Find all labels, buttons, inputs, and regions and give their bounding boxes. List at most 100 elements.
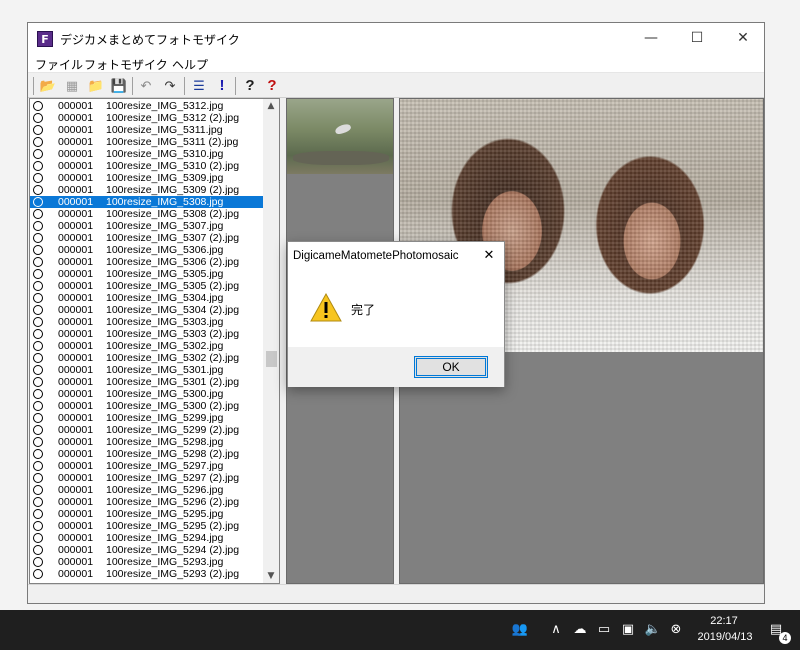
radio-icon[interactable] <box>33 377 43 387</box>
file-row[interactable]: 000001 100resize_IMG_5303.jpg <box>30 316 264 328</box>
radio-icon[interactable] <box>33 509 43 519</box>
file-row[interactable]: 000001 100resize_IMG_5305.jpg <box>30 268 264 280</box>
radio-icon[interactable] <box>33 317 43 327</box>
radio-icon[interactable] <box>33 425 43 435</box>
undo-icon[interactable]: ↶ <box>136 76 156 96</box>
radio-icon[interactable] <box>33 161 43 171</box>
file-row[interactable]: 000001 100resize_IMG_5304 (2).jpg <box>30 304 264 316</box>
file-row[interactable]: 000001 100resize_IMG_5296 (2).jpg <box>30 496 264 508</box>
radio-icon[interactable] <box>33 557 43 567</box>
thumbnail-image[interactable] <box>287 99 393 174</box>
file-row[interactable]: 000001 100resize_IMG_5295.jpg <box>30 508 264 520</box>
maximize-button[interactable]: ☐ <box>674 23 720 53</box>
file-row[interactable]: 000001 100resize_IMG_5306 (2).jpg <box>30 256 264 268</box>
minimize-button[interactable]: — <box>628 23 674 53</box>
menu-help[interactable]: ヘルプ <box>172 56 208 73</box>
vertical-scrollbar[interactable]: ▲ ▼ <box>263 99 279 583</box>
file-row[interactable]: 000001 100resize_IMG_5310 (2).jpg <box>30 160 264 172</box>
radio-icon[interactable] <box>33 125 43 135</box>
radio-icon[interactable] <box>33 233 43 243</box>
file-row[interactable]: 000001 100resize_IMG_5293 (2).jpg <box>30 568 264 580</box>
volume-icon[interactable]: 🔈 <box>644 621 662 639</box>
file-row[interactable]: 000001 100resize_IMG_5294 (2).jpg <box>30 544 264 556</box>
file-row[interactable]: 000001 100resize_IMG_5310.jpg <box>30 148 264 160</box>
file-row[interactable]: 000001 100resize_IMG_5309.jpg <box>30 172 264 184</box>
radio-icon[interactable] <box>33 437 43 447</box>
radio-icon[interactable] <box>33 221 43 231</box>
help-red-icon[interactable]: ? <box>262 76 282 96</box>
file-row[interactable]: 000001 100resize_IMG_5305 (2).jpg <box>30 280 264 292</box>
radio-icon[interactable] <box>33 209 43 219</box>
radio-icon[interactable] <box>33 149 43 159</box>
file-row[interactable]: 000001 100resize_IMG_5306.jpg <box>30 244 264 256</box>
close-circle-icon[interactable]: ⊗ <box>667 621 685 639</box>
radio-icon[interactable] <box>33 461 43 471</box>
radio-icon[interactable] <box>33 113 43 123</box>
new-image-icon[interactable]: ▦ <box>62 76 82 96</box>
file-row[interactable]: 000001 100resize_IMG_5294.jpg <box>30 532 264 544</box>
file-row[interactable]: 000001 100resize_IMG_5304.jpg <box>30 292 264 304</box>
file-row[interactable]: 000001 100resize_IMG_5293.jpg <box>30 556 264 568</box>
file-row[interactable]: 000001 100resize_IMG_5302 (2).jpg <box>30 352 264 364</box>
file-row[interactable]: 000001 100resize_IMG_5309 (2).jpg <box>30 184 264 196</box>
file-row[interactable]: 000001 100resize_IMG_5300.jpg <box>30 388 264 400</box>
file-row[interactable]: 000001 100resize_IMG_5300 (2).jpg <box>30 400 264 412</box>
radio-icon[interactable] <box>33 257 43 267</box>
scroll-up-button[interactable]: ▲ <box>263 99 279 113</box>
radio-icon[interactable] <box>33 545 43 555</box>
open-folder-icon[interactable]: 📂 <box>38 76 58 96</box>
radio-icon[interactable] <box>33 449 43 459</box>
close-button[interactable]: ✕ <box>720 23 766 53</box>
radio-icon[interactable] <box>33 137 43 147</box>
title-bar[interactable]: F デジカメまとめてフォトモザイク — ☐ ✕ <box>28 23 764 53</box>
dialog-close-button[interactable]: ✕ <box>474 242 504 270</box>
file-row[interactable]: 000001 100resize_IMG_5298 (2).jpg <box>30 448 264 460</box>
radio-icon[interactable] <box>33 365 43 375</box>
folder-icon[interactable]: 📁 <box>86 76 106 96</box>
radio-icon[interactable] <box>33 401 43 411</box>
radio-icon[interactable] <box>33 353 43 363</box>
radio-icon[interactable] <box>33 101 43 111</box>
radio-icon[interactable] <box>33 245 43 255</box>
scroll-down-button[interactable]: ▼ <box>263 569 279 583</box>
people-icon[interactable]: 👥 <box>511 621 529 639</box>
radio-icon[interactable] <box>33 485 43 495</box>
file-row[interactable]: 000001 100resize_IMG_5301.jpg <box>30 364 264 376</box>
file-row[interactable]: 000001 100resize_IMG_5307 (2).jpg <box>30 232 264 244</box>
radio-icon[interactable] <box>33 197 43 207</box>
radio-icon[interactable] <box>33 389 43 399</box>
file-row[interactable]: 000001 100resize_IMG_5302.jpg <box>30 340 264 352</box>
save-icon[interactable]: 💾 <box>109 76 129 96</box>
ok-button[interactable]: OK <box>414 356 488 378</box>
radio-icon[interactable] <box>33 269 43 279</box>
radio-icon[interactable] <box>33 329 43 339</box>
clock-time[interactable]: 22:17 <box>704 615 744 627</box>
file-row[interactable]: 000001 100resize_IMG_5299.jpg <box>30 412 264 424</box>
scroll-thumb[interactable] <box>266 351 277 367</box>
menu-file[interactable]: ファイル <box>35 56 83 73</box>
radio-icon[interactable] <box>33 497 43 507</box>
radio-icon[interactable] <box>33 341 43 351</box>
file-row[interactable]: 000001 100resize_IMG_5307.jpg <box>30 220 264 232</box>
file-row[interactable]: 000001 100resize_IMG_5303 (2).jpg <box>30 328 264 340</box>
redo-icon[interactable]: ↷ <box>160 76 180 96</box>
radio-icon[interactable] <box>33 293 43 303</box>
onedrive-icon[interactable]: ☁ <box>571 621 589 639</box>
file-row[interactable]: 000001 100resize_IMG_5312 (2).jpg <box>30 112 264 124</box>
list-icon[interactable]: ☰ <box>189 76 209 96</box>
file-row[interactable]: 000001 100resize_IMG_5296.jpg <box>30 484 264 496</box>
menu-photomosaic[interactable]: フォトモザイク <box>84 56 168 73</box>
file-row[interactable]: 000001 100resize_IMG_5299 (2).jpg <box>30 424 264 436</box>
radio-icon[interactable] <box>33 569 43 579</box>
file-row[interactable]: 000001 100resize_IMG_5312.jpg <box>30 100 264 112</box>
file-row[interactable]: 000001 100resize_IMG_5301 (2).jpg <box>30 376 264 388</box>
chevron-up-icon[interactable]: ∧ <box>547 621 565 639</box>
file-row[interactable]: 000001 100resize_IMG_5297 (2).jpg <box>30 472 264 484</box>
radio-icon[interactable] <box>33 533 43 543</box>
radio-icon[interactable] <box>33 413 43 423</box>
file-list[interactable]: 000001 100resize_IMG_5312.jpg 000001 100res… <box>29 98 280 584</box>
radio-icon[interactable] <box>33 281 43 291</box>
radio-icon[interactable] <box>33 473 43 483</box>
exclamation-icon[interactable]: ! <box>212 76 232 96</box>
radio-icon[interactable] <box>33 521 43 531</box>
